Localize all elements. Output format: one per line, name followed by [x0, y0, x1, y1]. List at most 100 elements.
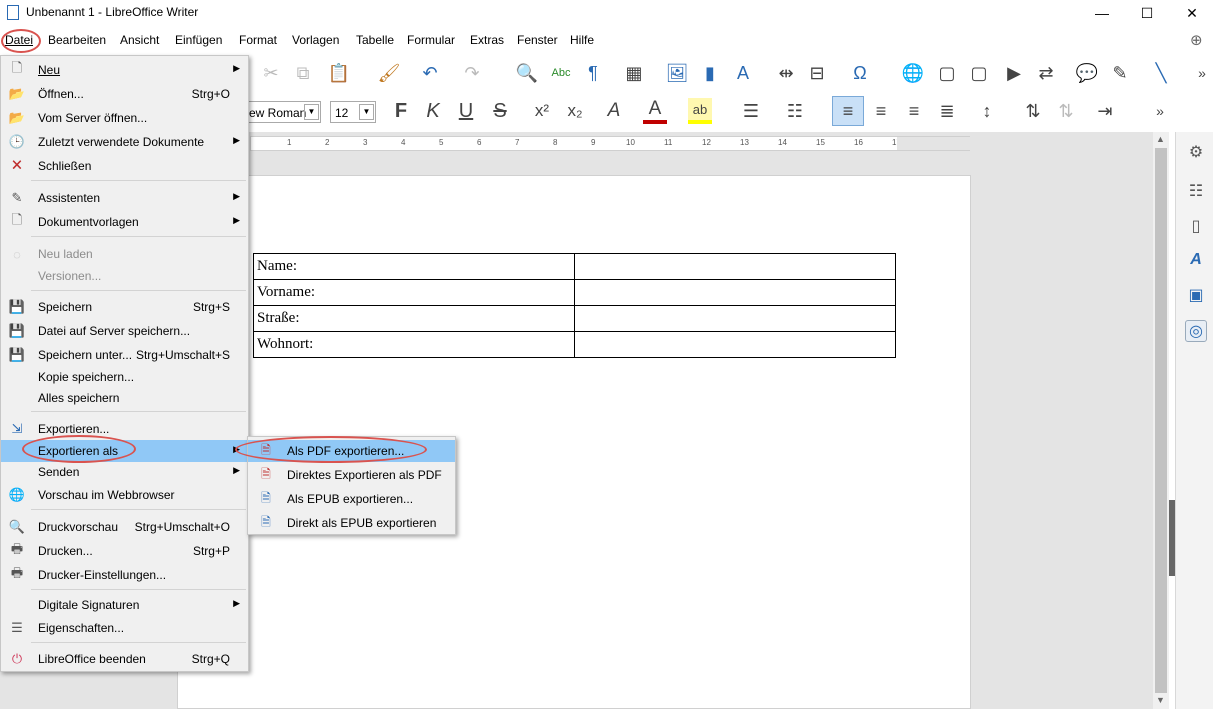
subscript-icon[interactable]: x₂: [562, 100, 588, 122]
menu-bearbeiten[interactable]: Bearbeiten: [48, 33, 106, 47]
spelling-icon[interactable]: Abc: [549, 62, 573, 84]
menu-item-speichern[interactable]: 💾 Speichern Strg+S: [1, 296, 248, 318]
bookmark-icon[interactable]: ▶: [1003, 62, 1025, 84]
menu-extras[interactable]: Extras: [470, 33, 504, 47]
menu-item-exportieren[interactable]: ⇲ Exportieren...: [1, 418, 248, 440]
menu-tabelle[interactable]: Tabelle: [356, 33, 394, 47]
increase-paragraph-spacing-icon[interactable]: ⇅: [1022, 100, 1044, 122]
menu-fenster[interactable]: Fenster: [517, 33, 558, 47]
table-cell[interactable]: [574, 331, 896, 358]
menu-item-dokumentvorlagen[interactable]: 🗋 Dokumentvorlagen ▶: [1, 211, 248, 233]
submenu-item-direkt-epub[interactable]: 🗎 Direkt als EPUB exportieren: [248, 512, 455, 534]
menu-item-digitale-signaturen[interactable]: Digitale Signaturen ▶: [1, 594, 248, 616]
table-cell[interactable]: Straße:: [253, 305, 575, 332]
vertical-scrollbar[interactable]: ▲ ▼: [1153, 132, 1169, 709]
insert-line-icon[interactable]: ╲: [1150, 62, 1172, 84]
close-window-button[interactable]: ✕: [1170, 0, 1213, 26]
scroll-thumb[interactable]: [1155, 148, 1167, 693]
menu-item-assistenten[interactable]: ✎ Assistenten ▶: [1, 187, 248, 209]
underline-icon[interactable]: U: [455, 100, 477, 122]
formatting-marks-icon[interactable]: ¶: [582, 62, 604, 84]
superscript-icon[interactable]: x²: [529, 100, 555, 122]
italic-icon[interactable]: K: [422, 100, 444, 122]
table-cell[interactable]: [574, 253, 896, 280]
font-size-dropdown-icon[interactable]: ▼: [359, 104, 374, 120]
bold-icon[interactable]: F: [390, 100, 412, 122]
font-size-box[interactable]: 12 ▼: [330, 101, 376, 123]
insert-chart-icon[interactable]: ▮: [699, 62, 721, 84]
menu-item-beenden[interactable]: ⏻ LibreOffice beenden Strg+Q: [1, 648, 248, 670]
insert-table-icon[interactable]: ▦: [622, 62, 646, 84]
copy-icon[interactable]: ⧉: [292, 62, 314, 84]
undo-icon[interactable]: ↶: [418, 62, 442, 84]
submenu-item-als-epub-exportieren[interactable]: 🗎 Als EPUB exportieren...: [248, 488, 455, 510]
insert-textbox-icon[interactable]: A: [732, 62, 754, 84]
bullet-list-icon[interactable]: ☰: [740, 100, 762, 122]
menu-hilfe[interactable]: Hilfe: [570, 33, 594, 47]
paste-icon[interactable]: 📋: [325, 62, 353, 84]
more-format-toolbar-icon[interactable]: »: [1152, 100, 1168, 122]
menu-einfuegen[interactable]: Einfügen: [175, 33, 222, 47]
menu-item-kopie-speichern[interactable]: Kopie speichern...: [1, 366, 248, 388]
clone-formatting-icon[interactable]: 🖌: [378, 62, 401, 84]
increase-indent-icon[interactable]: ⇥: [1094, 100, 1116, 122]
justify-icon[interactable]: ≣: [936, 100, 958, 122]
menu-item-drucken[interactable]: 🖶 Drucken... Strg+P: [1, 540, 248, 562]
menu-item-druckvorschau[interactable]: 🔍 Druckvorschau Strg+Umschalt+O: [1, 516, 248, 538]
menu-item-datei-auf-server-speichern[interactable]: 💾 Datei auf Server speichern...: [1, 320, 248, 342]
line-spacing-icon[interactable]: ↕: [976, 100, 998, 122]
properties-sliders-icon[interactable]: ☷: [1185, 180, 1207, 202]
align-right-icon[interactable]: ≡: [903, 100, 925, 122]
decrease-paragraph-spacing-icon[interactable]: ⇅: [1055, 100, 1077, 122]
strikethrough-icon[interactable]: S: [489, 100, 511, 122]
maximize-button[interactable]: ☐: [1125, 0, 1169, 26]
cut-icon[interactable]: ✂: [260, 62, 282, 84]
menu-ansicht[interactable]: Ansicht: [120, 33, 159, 47]
table-cell[interactable]: Wohnort:: [253, 331, 575, 358]
table-cell[interactable]: Name:: [253, 253, 575, 280]
navigator-compass-icon[interactable]: ◎: [1185, 320, 1207, 342]
insert-field-icon[interactable]: ⊟: [806, 62, 828, 84]
menu-item-zuletzt-verwendet[interactable]: 🕒 Zuletzt verwendete Dokumente ▶: [1, 131, 248, 153]
insert-image-icon[interactable]: 🖼: [666, 62, 689, 84]
cross-reference-icon[interactable]: ⇄: [1035, 62, 1057, 84]
menu-item-drucker-einstellungen[interactable]: 🖶 Drucker-Einstellungen...: [1, 564, 248, 586]
page-icon[interactable]: ▯: [1185, 215, 1207, 237]
styles-icon[interactable]: A: [1185, 249, 1207, 271]
endnote-icon[interactable]: ▢: [968, 62, 990, 84]
gallery-icon[interactable]: ▣: [1185, 284, 1207, 306]
footnote-icon[interactable]: ▢: [936, 62, 958, 84]
menu-item-vorschau-webbrowser[interactable]: 🌐 Vorschau im Webbrowser: [1, 484, 248, 506]
scroll-down-icon[interactable]: ▼: [1156, 695, 1165, 705]
find-replace-icon[interactable]: 🔍: [516, 62, 538, 84]
menu-item-alles-speichern[interactable]: Alles speichern: [1, 387, 248, 409]
menu-vorlagen[interactable]: Vorlagen: [292, 33, 339, 47]
font-name-dropdown-icon[interactable]: ▼: [304, 104, 319, 120]
menu-item-speichern-unter[interactable]: 💾 Speichern unter... Strg+Umschalt+S: [1, 344, 248, 366]
submenu-item-direktes-pdf[interactable]: 🗎 Direktes Exportieren als PDF: [248, 464, 455, 486]
hyperlink-icon[interactable]: 🌐: [902, 62, 924, 84]
scroll-up-icon[interactable]: ▲: [1156, 134, 1165, 144]
page-break-icon[interactable]: ⇹: [775, 62, 797, 84]
settings-gear-icon[interactable]: ⚙: [1185, 141, 1207, 163]
document-table[interactable]: Name: Vorname: Straße: Wohnort:: [253, 253, 896, 358]
track-changes-icon[interactable]: ✎: [1109, 62, 1131, 84]
horizontal-ruler[interactable]: 1 2 3 4 5 6 7 8 9 10 11 12 13 14 15 16 1…: [250, 136, 971, 151]
menu-item-senden[interactable]: Senden ▶: [1, 461, 248, 483]
table-cell[interactable]: [574, 279, 896, 306]
redo-icon[interactable]: ↷: [460, 62, 484, 84]
special-character-icon[interactable]: Ω: [848, 62, 872, 84]
globe-update-icon[interactable]: ⊕: [1190, 31, 1203, 49]
table-cell[interactable]: Vorname:: [253, 279, 575, 306]
clear-formatting-icon[interactable]: A: [603, 100, 625, 122]
numbered-list-icon[interactable]: ☷: [784, 100, 806, 122]
menu-formular[interactable]: Formular: [407, 33, 455, 47]
menu-format[interactable]: Format: [239, 33, 277, 47]
menu-item-oeffnen[interactable]: 📂 Öffnen... Strg+O: [1, 83, 248, 105]
comment-icon[interactable]: 💬: [1076, 62, 1098, 84]
table-cell[interactable]: [574, 305, 896, 332]
font-color-icon[interactable]: A: [643, 98, 667, 124]
more-toolbar-icon[interactable]: »: [1195, 62, 1209, 84]
menu-item-schliessen[interactable]: 🗙 Schließen: [1, 155, 248, 177]
align-center-icon[interactable]: ≡: [870, 100, 892, 122]
